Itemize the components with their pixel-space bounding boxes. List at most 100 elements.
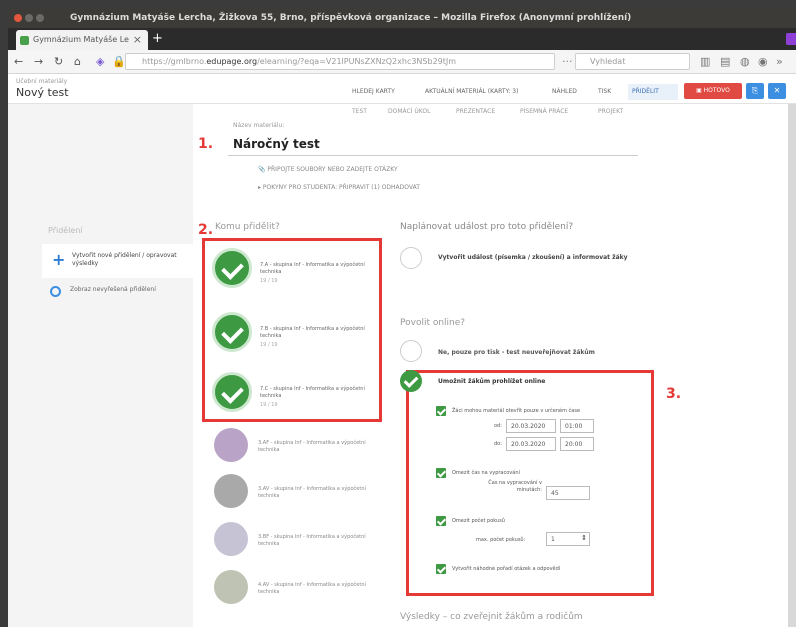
attempts-select[interactable]: 1 ⇕ [546, 532, 590, 546]
breadcrumb[interactable]: Učební materiály [16, 78, 67, 85]
minutes-label: Čas na vypracování v minutách: [488, 480, 542, 493]
window-titlebar: Gymnázium Matyáše Lercha, Žižkova 55, Br… [8, 8, 796, 28]
group-name: 3.BF - skupina Inf - Informatika a výpoč… [258, 534, 366, 547]
to-date-input[interactable]: 20.03.2020 [506, 437, 556, 451]
group-count: 19 / 19 [260, 278, 278, 284]
menu-find-cards[interactable]: HLEDEJ KARTY [352, 88, 395, 95]
maximize-window-button[interactable] [36, 14, 44, 22]
attach-files-option[interactable]: 📎 PŘIPOJTE SOUBORY NEBO ZADEJTE OTÁZKY [258, 166, 398, 173]
window-title: Gymnázium Matyáše Lercha, Žižkova 55, Br… [70, 13, 632, 23]
page-title: Nový test [16, 86, 69, 99]
event-section-title: Naplánovat událost pro toto přidělení? [400, 222, 574, 232]
check-icon [212, 248, 252, 288]
reload-button[interactable]: ↻ [54, 55, 63, 68]
extension-icon[interactable]: ◍ [740, 55, 750, 68]
group-item-selected[interactable]: 7.B - skupina Inf - Informatika a výpoče… [212, 312, 372, 367]
online-section-title: Povolit online? [400, 318, 466, 328]
student-instructions-option[interactable]: ▸ POKYNY PRO STUDENTA: PŘIPRAVIT (1) ODH… [258, 184, 420, 191]
assign-section-title: Komu přidělit? [215, 222, 280, 232]
group-name: 7.B - skupina Inf - Informatika a výpoče… [260, 326, 365, 339]
url-text[interactable]: https://gmlbrno.edupage.org/elearning/?e… [142, 57, 456, 66]
time-limit-checkbox[interactable] [436, 468, 446, 478]
group-item[interactable]: 3.AV - skupina Inf - Informatika a výpoč… [214, 474, 374, 514]
minimize-window-button[interactable] [25, 14, 33, 22]
plus-icon: + [52, 250, 66, 269]
from-time-input[interactable]: 01:00 [560, 419, 594, 433]
allow-online-radio[interactable] [400, 370, 422, 392]
attempts-checkbox[interactable] [436, 516, 446, 526]
sidebar-item-new-assignment[interactable]: + Vytvořit nové přidělení / opravovat vý… [42, 244, 194, 278]
from-date-input[interactable]: 20.03.2020 [506, 419, 556, 433]
subtab-project[interactable]: PROJEKT [598, 108, 623, 115]
menu-preview[interactable]: NÁHLED [552, 88, 577, 95]
browser-tab[interactable]: Gymnázium Matyáše Le × [16, 30, 148, 50]
window-controls[interactable] [14, 14, 47, 25]
new-tab-button[interactable]: + [152, 31, 163, 46]
group-item[interactable]: 4.AV - skupina Inf - Informatika a výpoč… [214, 570, 374, 610]
url-bar[interactable]: https://gmlbrno.edupage.org/elearning/?e… [125, 53, 555, 70]
group-item-selected[interactable]: 7.A - skupina Inf - Informatika a výpoče… [212, 248, 372, 303]
annotation-number-3: 3. [666, 386, 682, 402]
attempts-label: max. počet pokusů: [476, 537, 526, 543]
private-browsing-icon [786, 33, 796, 45]
random-order-checkbox[interactable] [436, 564, 446, 574]
close-tab-icon[interactable]: × [133, 33, 142, 46]
group-avatar [214, 428, 248, 462]
search-input[interactable]: Vyhledat [575, 53, 690, 70]
menu-assign[interactable]: PŘIDĚLIT [632, 88, 659, 95]
to-label: do: [494, 441, 502, 447]
group-item-selected[interactable]: 7.C - skupina Inf - Informatika a výpoče… [212, 372, 372, 427]
chevron-updown-icon: ⇕ [581, 534, 587, 542]
lock-icon[interactable]: 🔒 [112, 55, 126, 68]
attempts-limit-label: Omezit počet pokusů [452, 518, 505, 524]
check-icon [212, 312, 252, 352]
menu-print[interactable]: TISK [598, 88, 611, 95]
forward-button[interactable]: → [34, 55, 43, 68]
subtab-presentation[interactable]: PREZENTACE [456, 108, 495, 115]
event-label: Vytvořit událost (písemka / zkoušení) a … [438, 254, 628, 261]
time-window-checkbox[interactable] [436, 406, 446, 416]
time-window-label: Žáci mohou materiál otevřít pouze v urče… [452, 408, 581, 414]
time-limit-label: Omezit čas na vypracování [452, 470, 520, 476]
group-avatar [214, 522, 248, 556]
menu-current-material[interactable]: AKTUÁLNÍ MATERIÁL (KARTY: 3) [425, 88, 518, 95]
sidebar-item-unsolved[interactable]: Zobraz nevyřešená přidělení [70, 286, 160, 294]
group-item[interactable]: 3.BF - skupina Inf - Informatika a výpoč… [214, 522, 374, 562]
material-name-label: Název materiálu: [233, 122, 285, 129]
group-name: 7.A - skupina Inf - Informatika a výpoče… [260, 262, 365, 275]
minutes-input[interactable]: 45 [546, 486, 590, 500]
back-button[interactable]: ← [14, 55, 23, 68]
home-icon[interactable]: ⌂ [74, 55, 81, 68]
results-section-title: Výsledky – co zveřejnit žákům a rodičům [400, 612, 583, 622]
print-only-label: Ne, pouze pro tisk - test neuveřejňovat … [438, 349, 595, 356]
subtab-written-work[interactable]: PÍSEMNÁ PRÁCE [520, 108, 568, 115]
close-icon[interactable]: ✕ [768, 83, 786, 99]
done-button[interactable]: ▣ HOTOVO [684, 83, 742, 99]
library-icon[interactable]: ▥ [700, 55, 710, 68]
subtab-homework[interactable]: DOMÁCÍ ÚKOL [388, 108, 430, 115]
group-avatar [214, 474, 248, 508]
close-window-button[interactable] [14, 14, 22, 22]
event-radio[interactable] [400, 247, 422, 269]
to-time-input[interactable]: 20:00 [560, 437, 594, 451]
allow-online-label: Umožnit žákům prohlížet online [438, 378, 546, 385]
left-panel [8, 104, 193, 627]
browser-tab-label: Gymnázium Matyáše Le [33, 35, 129, 44]
group-item[interactable]: 3.AF - skupina Inf - Informatika a výpoč… [214, 428, 374, 468]
from-label: od: [494, 423, 502, 429]
subtab-test[interactable]: TEST [352, 108, 367, 115]
material-name-value[interactable]: Náročný test [233, 137, 320, 151]
extension2-icon[interactable]: ◉ [758, 55, 768, 68]
page-actions-icon[interactable]: ··· [562, 55, 573, 68]
save-icon[interactable]: ⎘ [746, 83, 764, 99]
left-panel-title: Přidělení [48, 226, 83, 235]
print-only-radio[interactable] [400, 340, 422, 362]
sidebar-icon[interactable]: ▤ [720, 55, 730, 68]
group-count: 19 / 19 [260, 402, 278, 408]
group-count: 19 / 19 [260, 342, 278, 348]
shield-icon[interactable]: ◈ [96, 55, 104, 68]
favicon-icon [20, 36, 29, 45]
scrollbar[interactable] [788, 104, 796, 627]
annotation-number-1: 1. [198, 136, 214, 152]
overflow-icon[interactable]: » [776, 55, 783, 68]
